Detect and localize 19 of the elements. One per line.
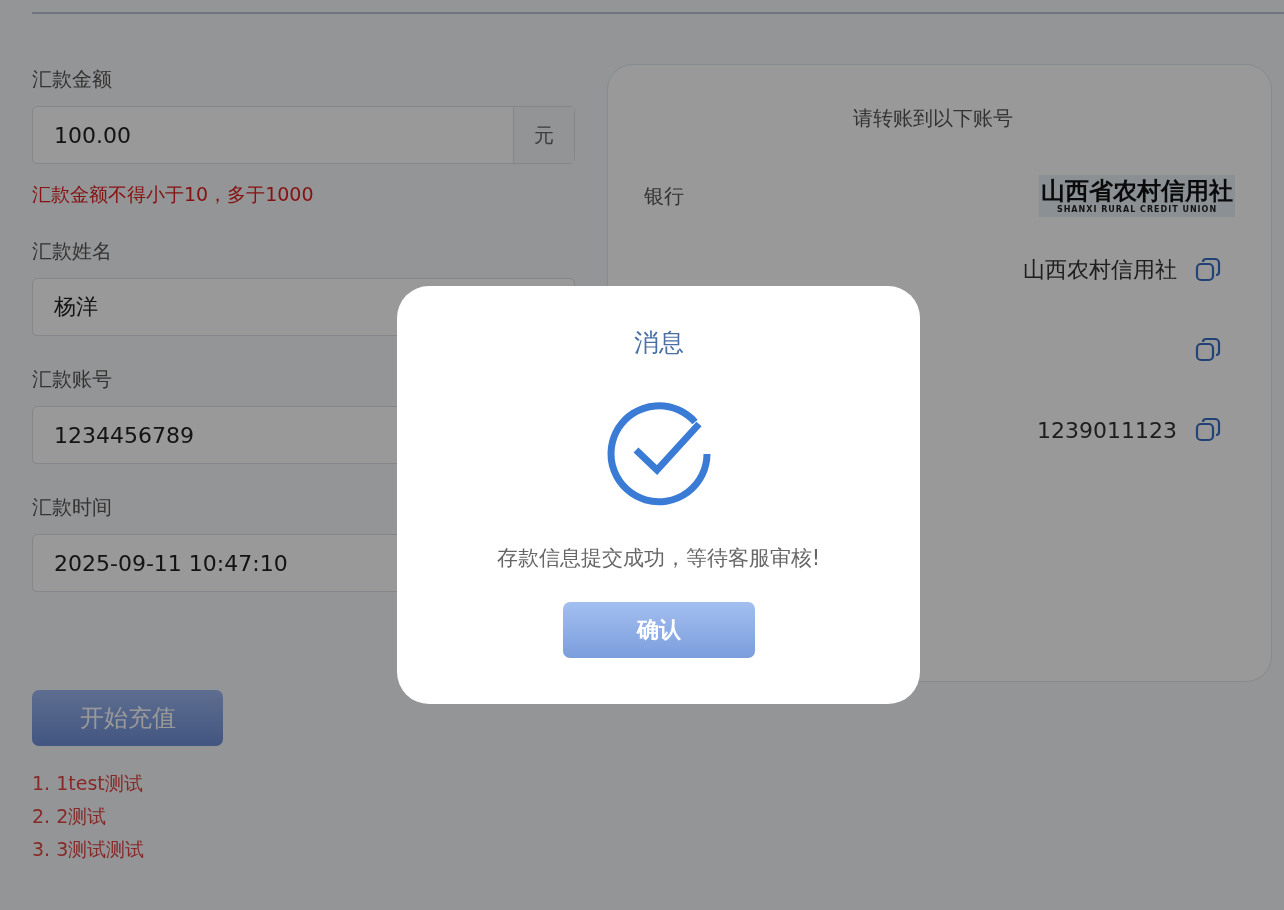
account-value: 1239011123 — [1037, 417, 1177, 443]
input-field[interactable]: 100.00 元 — [32, 106, 575, 164]
row-label: 银行 — [644, 182, 684, 210]
field-label: 汇款金额 — [32, 66, 113, 92]
unit-suffix: 元 — [513, 107, 574, 163]
copy-icon[interactable] — [1195, 337, 1221, 363]
card-title: 请转账到以下账号 — [852, 105, 1013, 132]
note-item: 2. 2测试 — [32, 804, 108, 829]
dialog-title: 消息 — [633, 327, 684, 359]
note-item: 1. 1test测试 — [32, 771, 144, 796]
copy-icon[interactable] — [1195, 417, 1221, 443]
account-value: 山西农村信用社 — [1023, 256, 1177, 284]
note-item: 3. 3测试测试 — [32, 837, 146, 862]
field-label: 汇款姓名 — [32, 238, 113, 264]
copy-icon[interactable] — [1195, 257, 1221, 283]
field-label: 汇款时间 — [32, 494, 113, 520]
field-label: 汇款账号 — [32, 366, 113, 392]
error-message: 汇款金额不得小于10，多于1000 — [32, 182, 315, 207]
bank-logo: 山西省农村信用社 SHANXI RURAL CREDIT UNION — [1039, 175, 1235, 217]
